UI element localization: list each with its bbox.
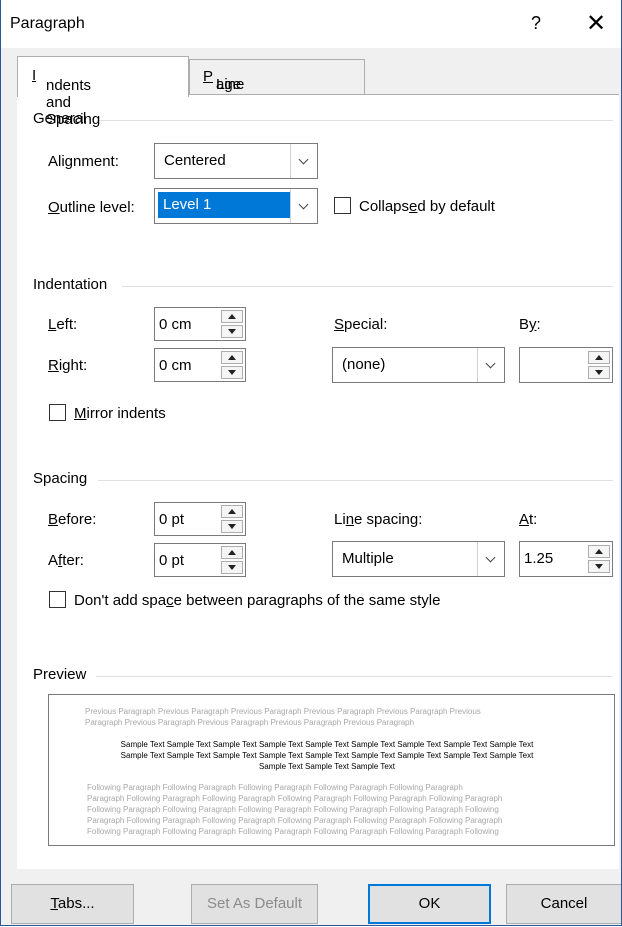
help-icon[interactable]: ? — [531, 13, 541, 34]
after-value: 0 pt — [159, 552, 185, 569]
preview-previous-paragraph: Previous Paragraph Previous Paragraph Pr… — [85, 707, 481, 727]
title-bar: Paragraph ? ✕ — [1, 0, 621, 48]
special-label: Special: — [334, 316, 388, 333]
by-spinner[interactable] — [519, 347, 613, 383]
spin-down-icon[interactable] — [221, 561, 243, 574]
outline-level-label: Outline level: — [48, 199, 135, 216]
indentation-heading: Indentation — [33, 276, 108, 293]
dialog-title: Paragraph — [10, 15, 85, 32]
ok-button[interactable]: OK — [368, 884, 491, 924]
special-select[interactable]: (none) — [332, 347, 505, 383]
mirror-indents-label: Mirror indents — [74, 405, 166, 422]
special-value: (none) — [342, 356, 386, 373]
tab-indents-and-spacing[interactable]: Indents and Spacing — [17, 56, 189, 128]
alignment-value: Centered — [164, 152, 226, 169]
line-spacing-label: Line spacing: — [334, 511, 423, 528]
collapsed-by-default-label: Collapsed by default — [359, 198, 495, 215]
cancel-button[interactable]: Cancel — [506, 884, 621, 924]
divider — [122, 286, 613, 287]
dont-add-space-checkbox[interactable] — [49, 591, 66, 608]
spin-down-icon[interactable] — [221, 366, 243, 379]
spacing-heading: Spacing — [33, 470, 88, 487]
close-icon[interactable]: ✕ — [586, 9, 606, 38]
at-label: At: — [519, 511, 538, 528]
right-indent-label: Right: — [48, 357, 88, 374]
spin-down-icon[interactable] — [221, 520, 243, 533]
divider — [96, 676, 613, 677]
preview-sample-text: Sample Text Sample Text Sample Text Samp… — [120, 740, 534, 771]
tab-label: Line and Page Breaks — [203, 68, 263, 110]
left-indent-label: Left: — [48, 316, 78, 333]
preview-pane: Previous Paragraph Previous Paragraph Pr… — [48, 694, 615, 846]
spin-up-icon[interactable] — [221, 546, 243, 559]
preview-following-paragraph: Following Paragraph Following Paragraph … — [87, 783, 503, 836]
after-label: After: — [48, 552, 84, 569]
paragraph-dialog: Paragraph ? ✕ Indents and Spacing Line a… — [0, 0, 622, 926]
set-as-default-button[interactable]: Set As Default — [191, 884, 318, 924]
chevron-down-icon[interactable] — [290, 189, 317, 223]
chevron-down-icon[interactable] — [477, 542, 504, 576]
tabs-button[interactable]: Tabs... — [11, 884, 134, 924]
chevron-down-icon[interactable] — [290, 144, 317, 178]
spin-down-icon[interactable] — [588, 560, 610, 573]
alignment-select[interactable]: Centered — [154, 143, 318, 179]
left-indent-value: 0 cm — [159, 316, 192, 333]
at-value: 1.25 — [524, 550, 554, 567]
by-label: By: — [519, 316, 541, 333]
mirror-indents-checkbox[interactable] — [49, 404, 66, 421]
tab-label: Indents and Spacing — [32, 67, 101, 128]
outline-level-value: Level 1 — [158, 192, 292, 218]
spin-up-icon[interactable] — [221, 351, 243, 364]
right-indent-spinner[interactable]: 0 cm — [154, 348, 246, 382]
line-spacing-value: Multiple — [342, 550, 394, 567]
tab-line-and-page-breaks[interactable]: Line and Page Breaks — [189, 59, 365, 110]
spin-up-icon[interactable] — [588, 545, 610, 558]
spin-up-icon[interactable] — [221, 505, 243, 518]
spin-up-icon[interactable] — [588, 351, 610, 364]
spin-down-icon[interactable] — [588, 366, 610, 379]
left-indent-spinner[interactable]: 0 cm — [154, 307, 246, 341]
before-spinner[interactable]: 0 pt — [154, 502, 246, 536]
spin-down-icon[interactable] — [221, 325, 243, 338]
divider — [97, 120, 613, 121]
chevron-down-icon[interactable] — [477, 348, 504, 382]
alignment-label: Alignment: — [48, 153, 119, 170]
right-indent-value: 0 cm — [159, 357, 192, 374]
at-spinner[interactable]: 1.25 — [519, 541, 613, 577]
dont-add-space-label: Don't add space between paragraphs of th… — [74, 592, 441, 609]
line-spacing-select[interactable]: Multiple — [332, 541, 505, 577]
collapsed-by-default-checkbox[interactable] — [334, 197, 351, 214]
spin-up-icon[interactable] — [221, 310, 243, 323]
after-spinner[interactable]: 0 pt — [154, 543, 246, 577]
before-value: 0 pt — [159, 511, 185, 528]
outline-level-select[interactable]: Level 1 — [154, 188, 318, 224]
divider — [98, 480, 613, 481]
preview-heading: Preview — [33, 666, 87, 683]
before-label: Before: — [48, 511, 97, 528]
